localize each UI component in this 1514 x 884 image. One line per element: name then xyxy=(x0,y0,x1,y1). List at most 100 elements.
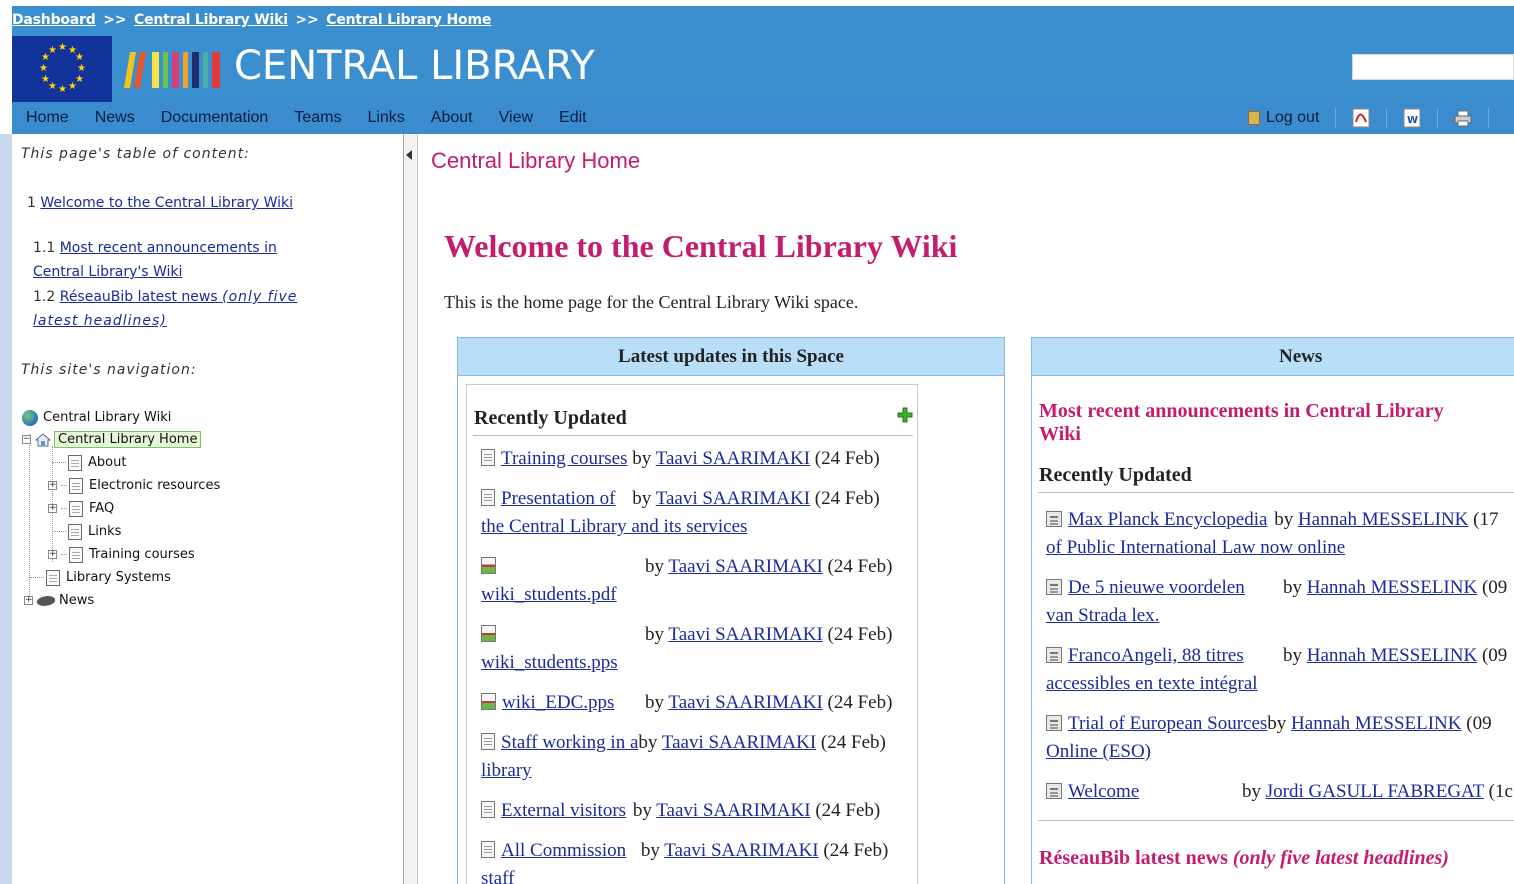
sidebar: This page's table of content: 1 Welcome … xyxy=(12,134,404,884)
update-link[interactable]: the Central Library and its services xyxy=(481,516,747,537)
breadcrumb-dashboard[interactable]: Dashboard xyxy=(12,12,96,28)
news-icon xyxy=(1046,647,1062,663)
list-item-continuation: wiki_students.pdf xyxy=(481,581,617,609)
author-link[interactable]: Taavi SAARIMAKI xyxy=(668,624,822,645)
news-link[interactable]: accessibles en texte intégral xyxy=(1046,673,1258,694)
news-item: Trial of European Sourcesby Hannah MESSE… xyxy=(1046,710,1492,738)
search-input[interactable] xyxy=(1352,54,1514,80)
tree-item-home[interactable]: − Central Library Home xyxy=(22,430,202,450)
news-link[interactable]: FrancoAngeli, 88 titres xyxy=(1068,645,1244,666)
attachment-icon xyxy=(481,557,496,574)
sidebar-collapse-bar[interactable] xyxy=(404,134,418,884)
nav-view[interactable]: View xyxy=(499,102,533,134)
tree-item-training-courses[interactable]: + Training courses xyxy=(48,545,195,565)
svg-text:★: ★ xyxy=(75,52,84,63)
toc-link-announcements[interactable]: Most recent announcements in xyxy=(60,240,277,256)
breadcrumb-central-library-home[interactable]: Central Library Home xyxy=(326,12,491,28)
update-link[interactable]: All Commission xyxy=(501,840,626,861)
svg-text:W: W xyxy=(1407,115,1418,126)
author-link[interactable]: Jordi GASULL FABREGAT xyxy=(1266,781,1484,802)
tree-item-news[interactable]: + News xyxy=(24,591,94,611)
main-navigation: Home News Documentation Teams Links Abou… xyxy=(12,102,1514,134)
logout-button[interactable]: Log out xyxy=(1248,109,1319,127)
list-item-continuation: staff xyxy=(481,865,514,884)
word-export-icon[interactable]: W xyxy=(1403,108,1421,128)
tree-item-faq[interactable]: + FAQ xyxy=(48,499,114,519)
logout-label: Log out xyxy=(1266,109,1320,126)
author-link[interactable]: Taavi SAARIMAKI xyxy=(668,692,822,713)
author-link[interactable]: Taavi SAARIMAKI xyxy=(656,448,810,469)
news-item: De 5 nieuwe voordelen by Hannah MESSELIN… xyxy=(1046,574,1507,602)
news-link[interactable]: of Public International Law now online xyxy=(1046,537,1345,558)
expand-toggle[interactable]: + xyxy=(48,481,57,490)
collapse-toggle[interactable]: − xyxy=(22,435,31,444)
tree-item-about[interactable]: About xyxy=(52,453,126,473)
toc-link-reseaubib-cont[interactable]: latest headlines) xyxy=(33,313,167,329)
news-item-continuation: Online (ESO) xyxy=(1046,738,1151,766)
author-link[interactable]: Taavi SAARIMAKI xyxy=(656,800,810,821)
add-icon[interactable] xyxy=(897,407,913,423)
nav-home[interactable]: Home xyxy=(26,102,69,134)
divider xyxy=(473,435,913,436)
toc-link-welcome[interactable]: Welcome to the Central Library Wiki xyxy=(40,195,293,211)
toolbar-divider xyxy=(1386,108,1388,128)
list-item: All Commission by Taavi SAARIMAKI (24 Fe… xyxy=(481,837,888,865)
update-link[interactable]: Training courses xyxy=(501,448,628,469)
main-content: Central Library Home Welcome to the Cent… xyxy=(418,134,1514,884)
nav-links[interactable]: Links xyxy=(367,102,404,134)
list-item: External visitors by Taavi SAARIMAKI (24… xyxy=(481,797,880,825)
update-link[interactable]: Presentation of xyxy=(501,488,616,509)
tree-item-library-systems[interactable]: Library Systems xyxy=(30,568,171,588)
news-link[interactable]: Online (ESO) xyxy=(1046,741,1151,762)
breadcrumb-central-library-wiki[interactable]: Central Library Wiki xyxy=(134,12,288,28)
attachment-link[interactable]: wiki_students.pdf xyxy=(481,584,617,605)
news-item: Max Planck Encyclopedia by Hannah MESSEL… xyxy=(1046,506,1498,534)
author-link[interactable]: Hannah MESSELINK xyxy=(1307,645,1477,666)
latest-updates-panel: Latest updates in this Space Recently Up… xyxy=(457,337,1005,884)
author-link[interactable]: Taavi SAARIMAKI xyxy=(656,488,810,509)
nav-about[interactable]: About xyxy=(431,102,473,134)
print-icon[interactable] xyxy=(1454,108,1472,128)
expand-toggle[interactable]: + xyxy=(48,504,57,513)
panel-header: News xyxy=(1032,338,1514,376)
news-link[interactable]: Max Planck Encyclopedia xyxy=(1068,509,1267,530)
nav-news[interactable]: News xyxy=(95,102,135,134)
news-link[interactable]: Welcome xyxy=(1068,781,1139,802)
expand-toggle[interactable]: + xyxy=(48,550,57,559)
author-link[interactable]: Hannah MESSELINK xyxy=(1291,713,1461,734)
svg-text:★: ★ xyxy=(58,84,67,95)
update-link[interactable]: Staff working in a xyxy=(501,732,638,753)
toc-item-continuation: latest headlines) xyxy=(33,309,167,333)
tree-item-root[interactable]: Central Library Wiki xyxy=(22,408,171,428)
news-link[interactable]: De 5 nieuwe voordelen xyxy=(1068,577,1245,598)
toc-link-announcements-cont[interactable]: Central Library's Wiki xyxy=(33,264,182,280)
news-panel: News Most recent announcements in Centra… xyxy=(1031,337,1514,884)
tree-item-electronic-resources[interactable]: + Electronic resources xyxy=(48,476,220,496)
author-link[interactable]: Hannah MESSELINK xyxy=(1298,509,1468,530)
nav-edit[interactable]: Edit xyxy=(559,102,587,134)
author-link[interactable]: Taavi SAARIMAKI xyxy=(668,556,822,577)
news-link[interactable]: Trial of European Sources xyxy=(1068,713,1267,734)
list-item: by Taavi SAARIMAKI (24 Feb) xyxy=(481,553,892,581)
update-link[interactable]: library xyxy=(481,760,532,781)
nav-teams[interactable]: Teams xyxy=(294,102,341,134)
pdf-export-icon[interactable] xyxy=(1352,108,1370,128)
update-link[interactable]: staff xyxy=(481,868,514,884)
author-link[interactable]: Hannah MESSELINK xyxy=(1307,577,1477,598)
page-icon xyxy=(69,477,83,494)
toc-link-reseaubib[interactable]: RéseauBib latest news (only five xyxy=(60,289,298,305)
attachment-link[interactable]: wiki_students.pps xyxy=(481,652,618,673)
author-link[interactable]: Taavi SAARIMAKI xyxy=(662,732,816,753)
expand-toggle[interactable]: + xyxy=(24,596,33,605)
page-icon xyxy=(481,489,495,506)
page-icon xyxy=(46,569,60,586)
collapse-left-icon xyxy=(406,150,412,160)
nav-documentation[interactable]: Documentation xyxy=(161,102,269,134)
attachment-link[interactable]: wiki_EDC.pps xyxy=(502,692,614,713)
author-link[interactable]: Taavi SAARIMAKI xyxy=(664,840,818,861)
news-link[interactable]: van Strada lex. xyxy=(1046,605,1159,626)
update-link[interactable]: External visitors xyxy=(501,800,626,821)
tree-item-links[interactable]: Links xyxy=(52,522,121,542)
site-nav-caption: This site's navigation: xyxy=(21,362,197,378)
toolbar-divider xyxy=(1335,108,1337,128)
